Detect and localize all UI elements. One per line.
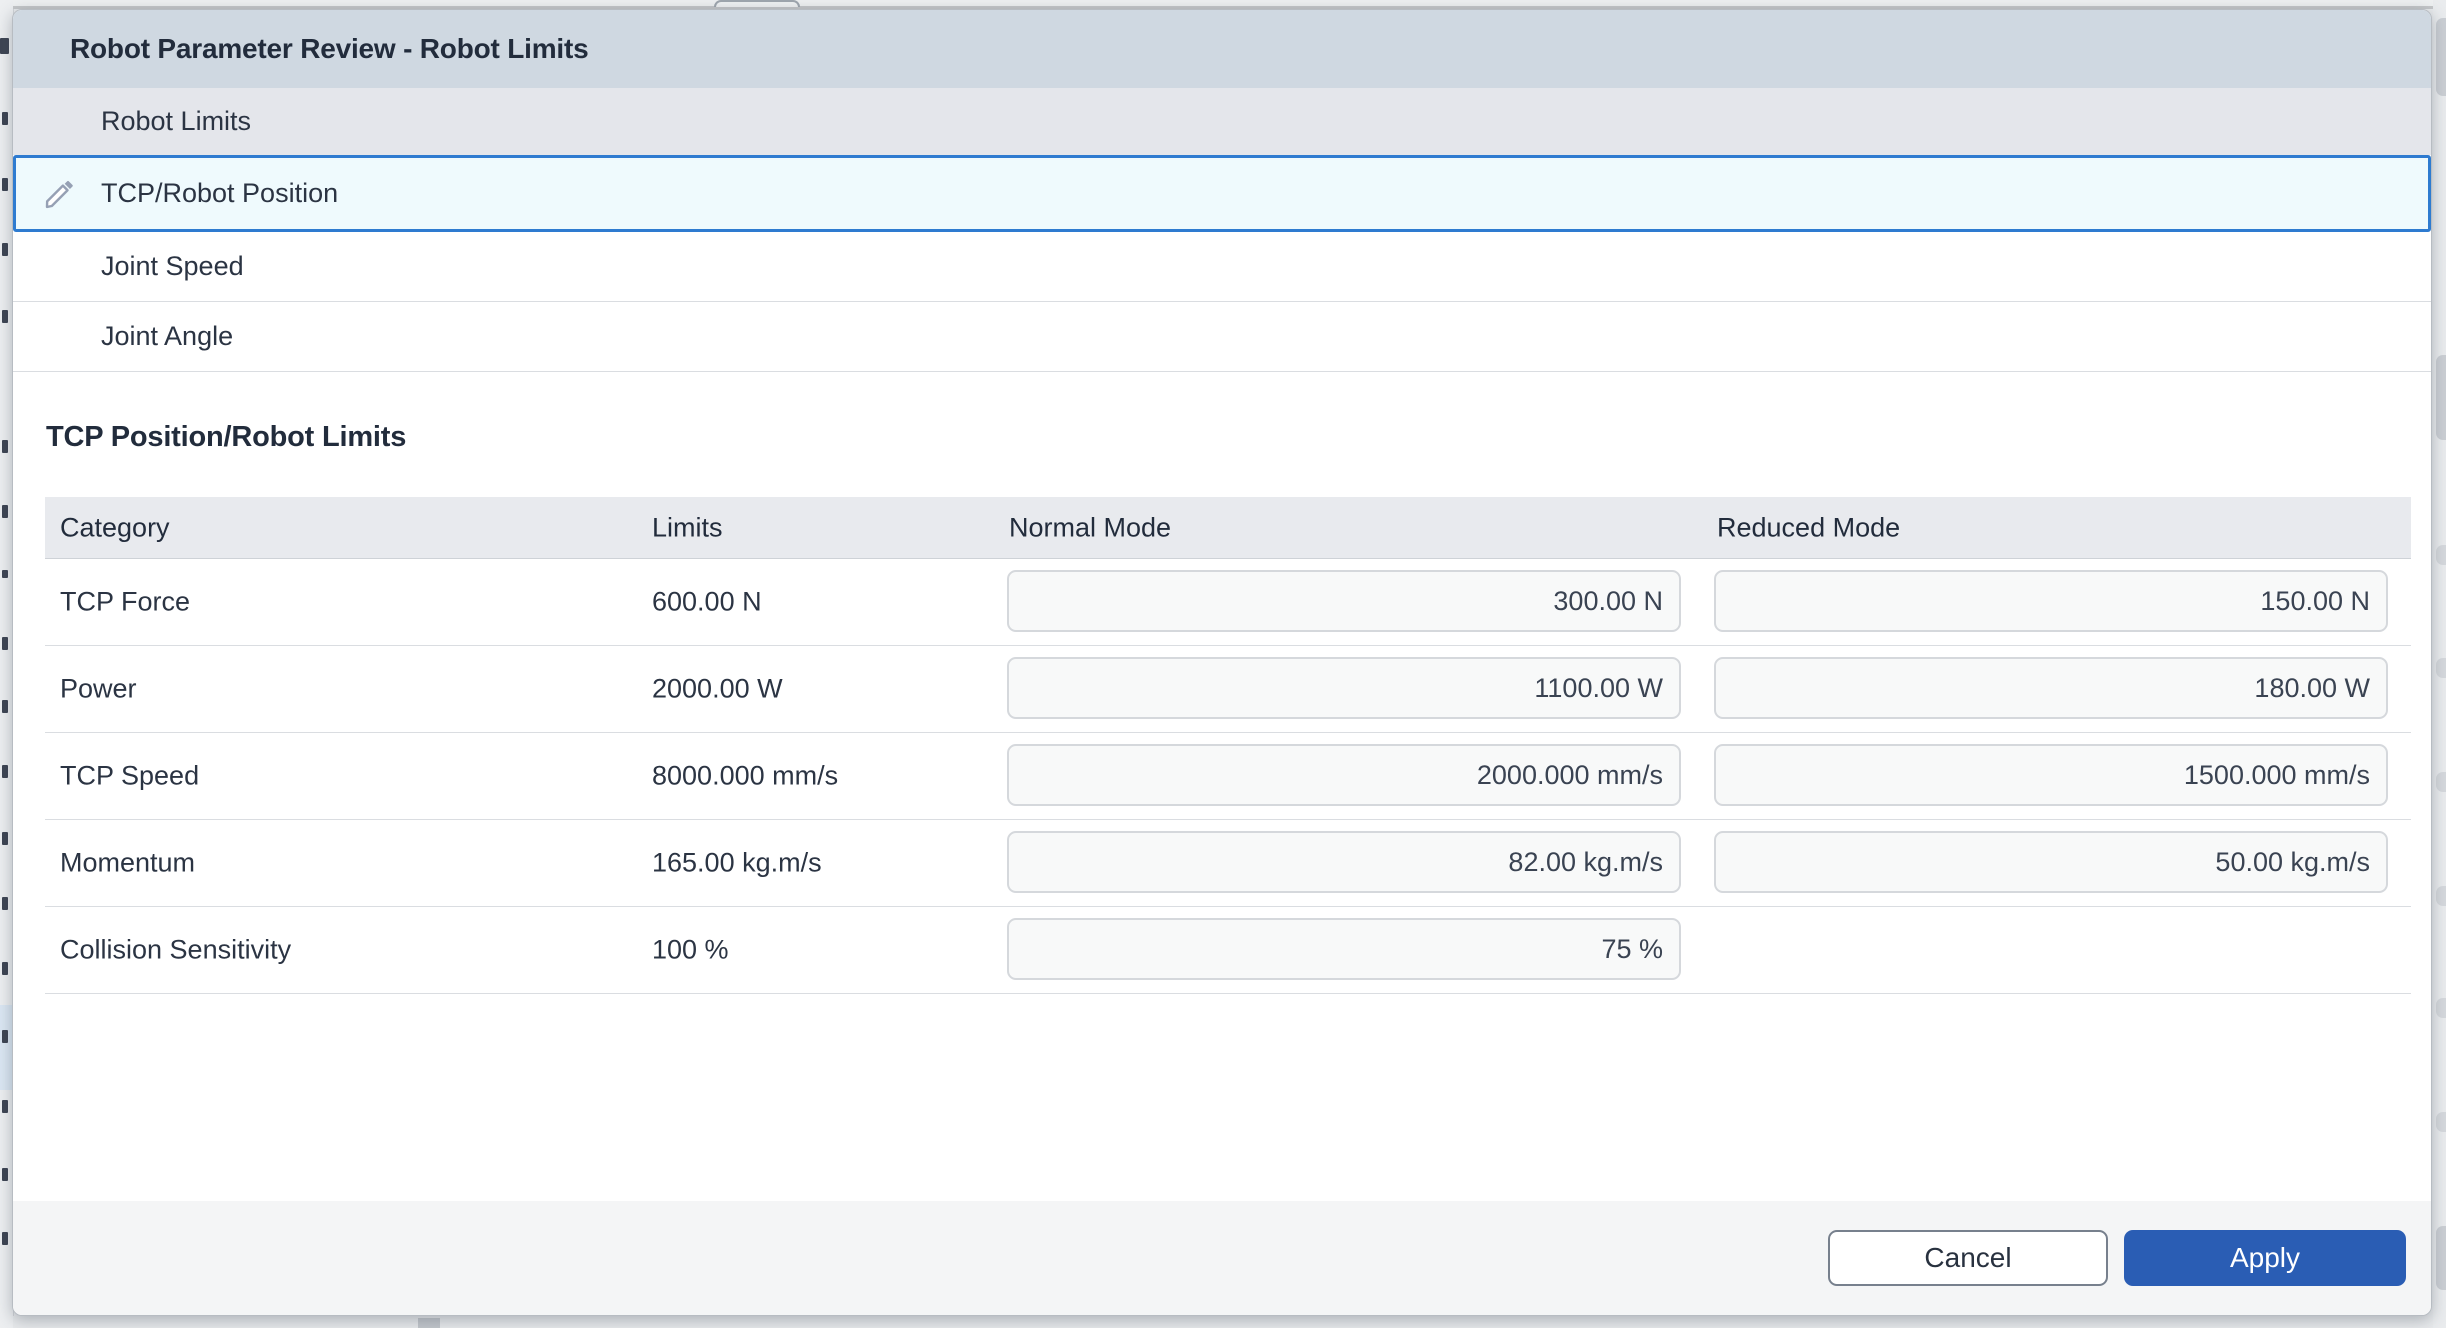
background-window-bottom-edge [13,1316,2433,1328]
background-panel-fragment [2436,772,2446,792]
background-text-fragment [2,1232,8,1245]
background-panel-fragment [2436,658,2446,678]
dialog-footer: Cancel Apply [13,1201,2431,1315]
table-row-collision-sensitivity: Collision Sensitivity 100 % [45,907,2411,994]
table-row-tcp-force: TCP Force 600.00 N [45,559,2411,646]
background-text-fragment [2,897,8,910]
background-text-fragment [2,700,8,713]
pencil-edit-icon [41,176,77,212]
background-text-fragment [2,505,8,518]
background-text-fragment [2,962,8,975]
nav-item-label: Joint Speed [101,251,244,282]
column-header-reduced-mode: Reduced Mode [1717,512,1900,543]
category-label: TCP Speed [60,761,199,792]
background-panel-fragment [2436,355,2446,440]
nav-item-joint-angle[interactable]: Joint Angle [13,302,2431,372]
nav-group-label: Robot Limits [101,106,251,137]
background-text-fragment [2,310,8,323]
category-label: Collision Sensitivity [60,935,291,966]
limit-value: 165.00 kg.m/s [652,848,822,879]
background-text-fragment [2,1168,8,1181]
background-text-fragment [2,440,8,453]
category-label: Momentum [60,848,195,879]
column-header-limits: Limits [652,512,723,543]
normal-mode-input-collision-sensitivity[interactable] [1007,918,1681,980]
background-text-fragment [2,243,8,256]
normal-mode-input-power[interactable] [1007,657,1681,719]
limit-value: 2000.00 W [652,674,783,705]
background-text-fragment [2,1100,8,1113]
limit-value: 100 % [652,935,729,966]
background-panel-fragment [2436,18,2446,96]
reduced-mode-input-power[interactable] [1714,657,2388,719]
background-text-fragment [2,765,8,778]
background-panel-fragment [2436,886,2446,906]
normal-mode-input-tcp-force[interactable] [1007,570,1681,632]
background-window-top-edge [13,0,2446,9]
nav-group-robot-limits[interactable]: Robot Limits [13,88,2431,155]
background-text-fragment [2,637,8,650]
apply-button[interactable]: Apply [2124,1230,2406,1286]
section-title: TCP Position/Robot Limits [46,420,2431,454]
category-label: TCP Force [60,587,190,618]
background-text-fragment [2,570,8,578]
reduced-mode-input-tcp-speed[interactable] [1714,744,2388,806]
column-header-normal-mode: Normal Mode [1009,512,1171,543]
background-window-right-edge [2433,0,2446,1328]
reduced-mode-input-momentum[interactable] [1714,831,2388,893]
background-text-fragment [0,38,9,54]
normal-mode-input-momentum[interactable] [1007,831,1681,893]
nav-item-label: TCP/Robot Position [101,178,338,209]
background-text-fragment [2,178,8,191]
dialog-titlebar: Robot Parameter Review - Robot Limits [13,10,2431,88]
nav-item-tcp-robot-position[interactable]: TCP/Robot Position [13,155,2431,232]
reduced-mode-input-tcp-force[interactable] [1714,570,2388,632]
robot-parameter-review-dialog: Robot Parameter Review - Robot Limits Ro… [12,9,2432,1316]
column-header-category: Category [60,512,170,543]
background-text-fragment [2,832,8,845]
limit-value: 8000.000 mm/s [652,761,838,792]
background-panel-fragment [2436,998,2446,1018]
category-label: Power [60,674,137,705]
nav-item-joint-speed[interactable]: Joint Speed [13,232,2431,302]
table-row-momentum: Momentum 165.00 kg.m/s [45,820,2411,907]
table-row-power: Power 2000.00 W [45,646,2411,733]
background-panel-fragment [2436,1112,2446,1132]
background-panel-fragment [2436,545,2446,565]
normal-mode-input-tcp-speed[interactable] [1007,744,1681,806]
background-text-fragment [2,1030,8,1043]
background-text-fragment [2,112,8,125]
background-panel-fragment [2436,1226,2446,1290]
limit-value: 600.00 N [652,587,762,618]
dialog-title: Robot Parameter Review - Robot Limits [70,33,588,65]
cancel-button[interactable]: Cancel [1828,1230,2108,1286]
nav-item-label: Joint Angle [101,321,233,352]
limits-table-header: Category Limits Normal Mode Reduced Mode [45,497,2411,559]
background-scrollbar-fragment [418,1318,440,1328]
background-tab-fragment [714,0,800,7]
limits-table: Category Limits Normal Mode Reduced Mode… [45,497,2411,994]
table-row-tcp-speed: TCP Speed 8000.000 mm/s [45,733,2411,820]
